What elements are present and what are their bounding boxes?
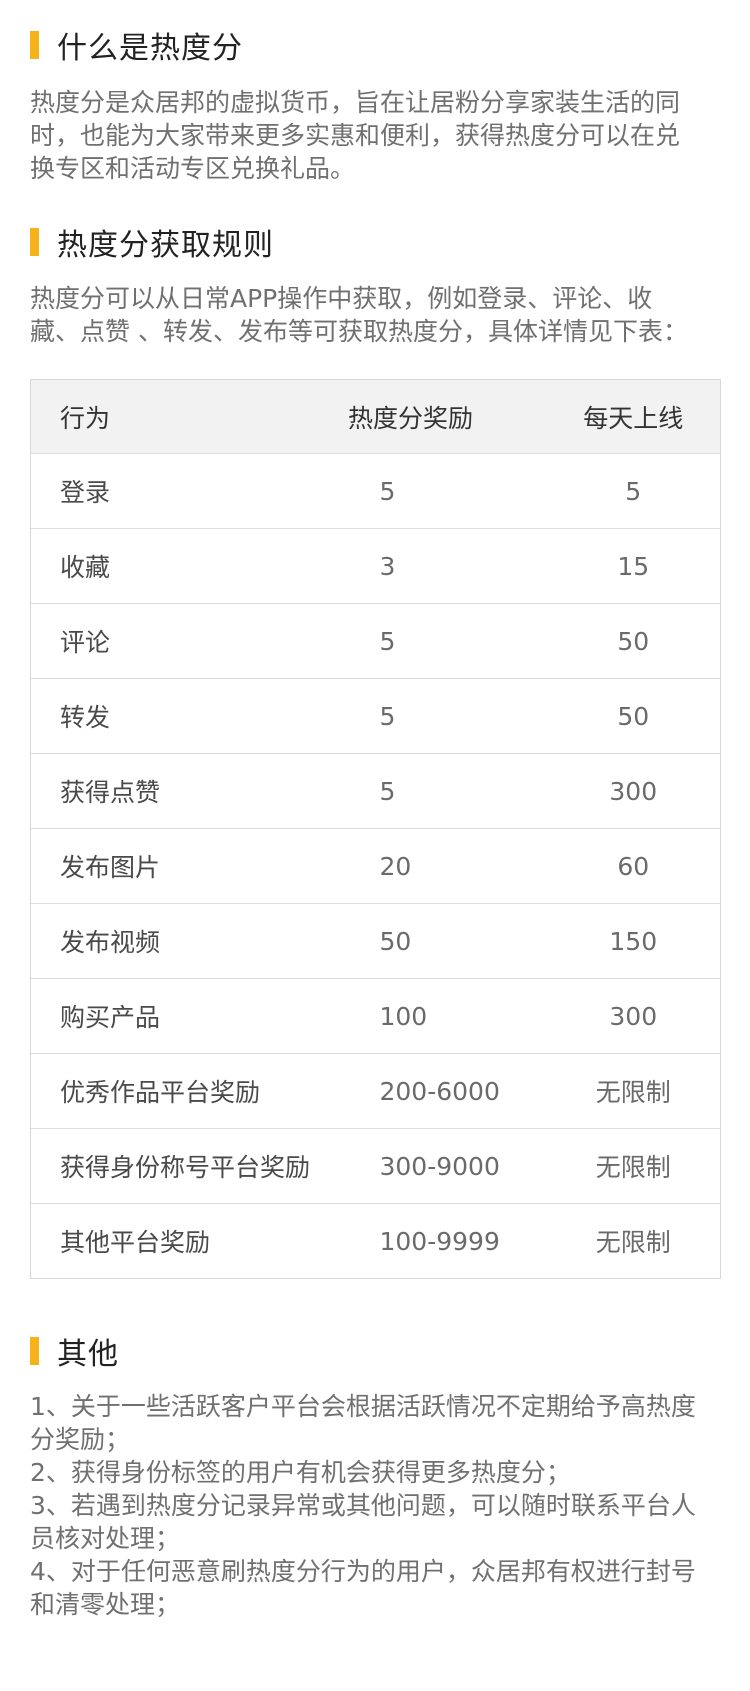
cell-points: 50 xyxy=(379,926,412,956)
intro-paragraph: 热度分是众居邦的虚拟货币，旨在让居粉分享家装生活的同 时，也能为大家带来更多实惠… xyxy=(30,86,720,185)
cell-action: 获得身份称号平台奖励 xyxy=(60,1153,311,1182)
cell-action: 评论 xyxy=(60,628,111,657)
table-row: 发布图片 20 60 xyxy=(30,828,721,904)
table-row: 登录 5 5 xyxy=(30,453,721,529)
cell-daily-limit: 300 xyxy=(609,1001,658,1031)
column-header-action: 行为 xyxy=(60,403,111,433)
title-accent-bar xyxy=(30,31,39,59)
table-row: 其他平台奖励 100-9999 无限制 xyxy=(30,1203,721,1279)
table-row: 优秀作品平台奖励 200-6000 无限制 xyxy=(30,1053,721,1129)
paragraph-line: 时，也能为大家带来更多实惠和便利，获得热度分可以在兑 xyxy=(30,121,681,150)
heat-points-rules-table: 行为 热度分奖励 每天上线 登录 5 5 收藏 3 15 评论 5 50 转发 … xyxy=(30,379,721,1279)
paragraph-line: 换专区和活动专区兑换礼品。 xyxy=(30,154,356,183)
cell-action: 登录 xyxy=(60,478,111,507)
cell-daily-limit: 300 xyxy=(609,776,658,806)
other-notes-list: 1、关于一些活跃客户平台会根据活跃情况不定期给予高热度 分奖励； 2、获得身份标… xyxy=(30,1390,720,1621)
cell-points: 100-9999 xyxy=(379,1226,500,1256)
table-row: 购买产品 100 300 xyxy=(30,978,721,1054)
column-header-daily-limit: 每天上线 xyxy=(583,403,684,433)
cell-points: 5 xyxy=(379,776,396,806)
list-item: 分奖励； xyxy=(30,1425,131,1454)
cell-action: 收藏 xyxy=(60,553,111,582)
list-item: 3、若遇到热度分记录异常或其他问题，可以随时联系平台人 xyxy=(30,1491,696,1520)
table-row: 获得点赞 5 300 xyxy=(30,753,721,829)
section-title: 热度分获取规则 xyxy=(57,228,274,263)
list-item: 和清零处理； xyxy=(30,1590,181,1619)
title-accent-bar xyxy=(30,228,39,256)
list-item: 1、关于一些活跃客户平台会根据活跃情况不定期给予高热度 xyxy=(30,1392,696,1421)
list-item: 4、对于任何恶意刷热度分行为的用户，众居邦有权进行封号 xyxy=(30,1557,696,1586)
cell-points: 20 xyxy=(379,851,412,881)
rules-paragraph: 热度分可以从日常APP操作中获取，例如登录、评论、收 藏、点赞 、转发、发布等可… xyxy=(30,282,720,348)
cell-points: 3 xyxy=(379,551,396,581)
cell-points: 200-6000 xyxy=(379,1076,500,1106)
cell-points: 5 xyxy=(379,701,396,731)
list-item: 员核对处理； xyxy=(30,1524,181,1553)
cell-points: 100 xyxy=(379,1001,428,1031)
paragraph-line: 热度分是众居邦的虚拟货币，旨在让居粉分享家装生活的同 xyxy=(30,88,681,117)
cell-action: 其他平台奖励 xyxy=(60,1228,211,1257)
paragraph-line: 热度分可以从日常APP操作中获取，例如登录、评论、收 xyxy=(30,284,653,313)
section-title: 其他 xyxy=(57,1337,119,1372)
cell-action: 获得点赞 xyxy=(60,778,161,807)
cell-daily-limit: 60 xyxy=(617,851,650,881)
cell-action: 优秀作品平台奖励 xyxy=(60,1078,261,1107)
table-row: 发布视频 50 150 xyxy=(30,903,721,979)
table-row: 转发 5 50 xyxy=(30,678,721,754)
paragraph-line: 藏、点赞 、转发、发布等可获取热度分，具体详情见下表： xyxy=(30,317,688,346)
table-row: 获得身份称号平台奖励 300-9000 无限制 xyxy=(30,1128,721,1204)
section-other-header: 其他 xyxy=(30,1331,119,1372)
table-header-row: 行为 热度分奖励 每天上线 xyxy=(30,379,721,454)
cell-points: 300-9000 xyxy=(379,1151,500,1181)
cell-points: 5 xyxy=(379,626,396,656)
cell-daily-limit: 50 xyxy=(617,626,650,656)
cell-daily-limit: 15 xyxy=(617,551,650,581)
table-row: 收藏 3 15 xyxy=(30,528,721,604)
cell-daily-limit: 150 xyxy=(609,926,658,956)
cell-points: 5 xyxy=(379,476,396,506)
title-accent-bar xyxy=(30,1337,39,1365)
section-what-is-heat-points-header: 什么是热度分 xyxy=(30,25,243,66)
cell-action: 转发 xyxy=(60,703,111,732)
cell-action: 发布视频 xyxy=(60,928,161,957)
section-title: 什么是热度分 xyxy=(57,31,243,66)
cell-daily-limit: 无限制 xyxy=(595,1078,671,1107)
cell-daily-limit: 无限制 xyxy=(595,1228,671,1257)
cell-action: 购买产品 xyxy=(60,1003,161,1032)
cell-daily-limit: 50 xyxy=(617,701,650,731)
cell-action: 发布图片 xyxy=(60,853,161,882)
column-header-points: 热度分奖励 xyxy=(347,403,473,433)
cell-daily-limit: 无限制 xyxy=(595,1153,671,1182)
list-item: 2、获得身份标签的用户有机会获得更多热度分； xyxy=(30,1458,571,1487)
section-rules-header: 热度分获取规则 xyxy=(30,222,274,263)
table-row: 评论 5 50 xyxy=(30,603,721,679)
cell-daily-limit: 5 xyxy=(625,476,642,506)
